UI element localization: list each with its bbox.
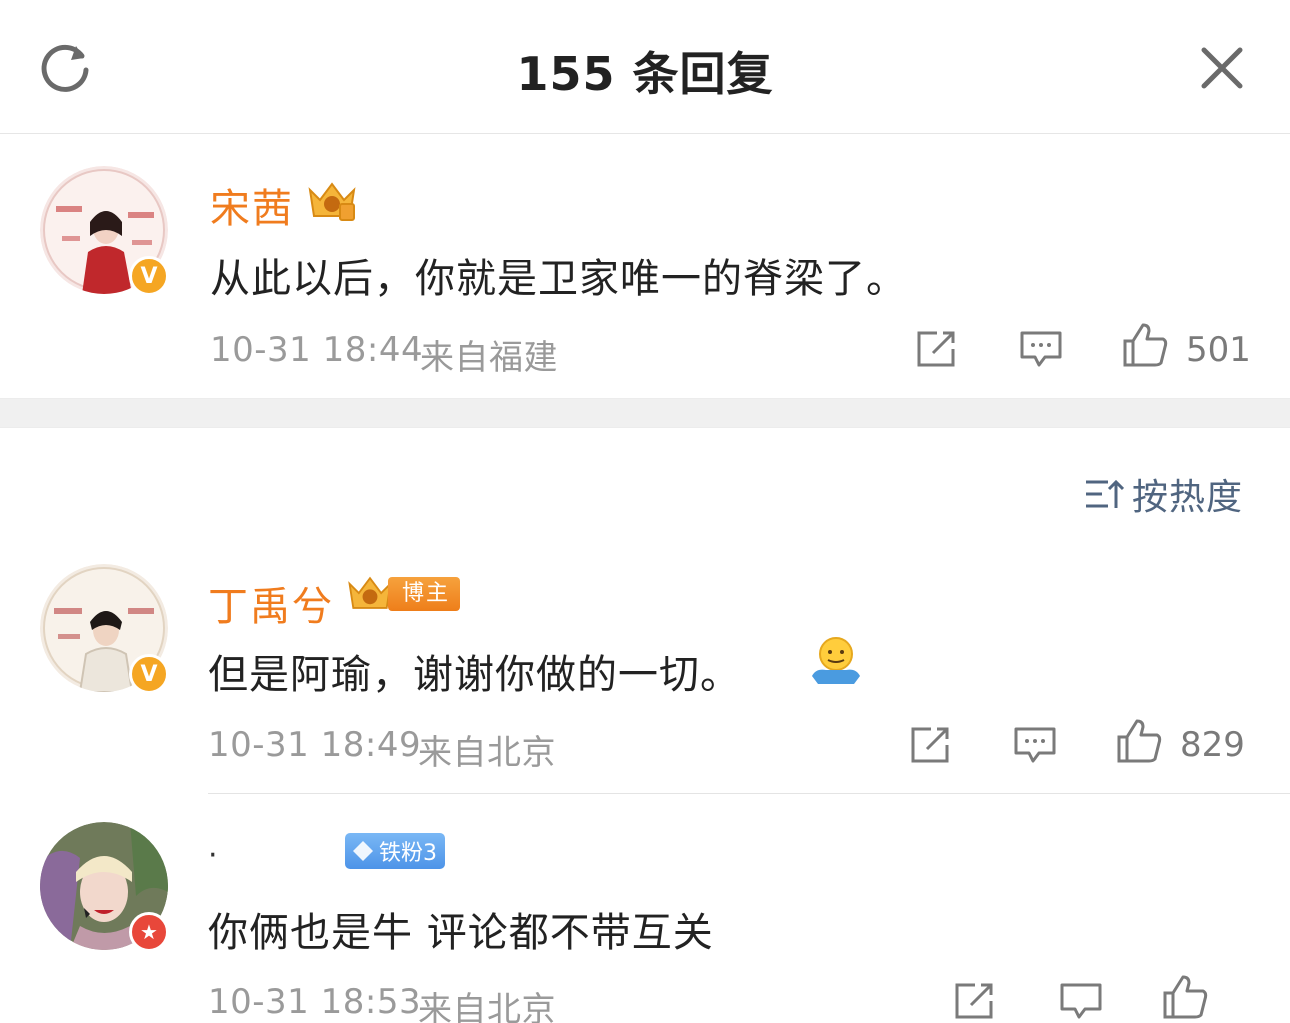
close-icon <box>1201 47 1243 89</box>
thumbs-up-icon <box>1117 719 1162 763</box>
member-badge: ★ <box>129 912 169 952</box>
reply-button[interactable] <box>1056 976 1106 1023</box>
like-count: 829 <box>1180 725 1245 765</box>
timestamp: 10-31 18:49 <box>208 725 422 765</box>
thumbs-up-icon <box>1163 975 1208 1019</box>
thumbs-up-icon <box>1123 323 1168 367</box>
share-icon <box>911 727 949 763</box>
like-count: 501 <box>1186 330 1251 370</box>
crown-icon <box>308 182 356 221</box>
blogger-tag: 博主 <box>388 577 461 611</box>
comment-text: 但是阿瑜，谢谢你做的一切。 <box>208 652 741 698</box>
section-divider <box>0 398 1290 428</box>
like-button[interactable] <box>1114 716 1164 766</box>
share-icon <box>917 331 955 367</box>
comment-icon <box>1060 983 1102 1019</box>
like-button[interactable] <box>1120 320 1170 370</box>
share-button[interactable] <box>906 720 956 770</box>
share-icon <box>955 983 993 1019</box>
share-button[interactable] <box>912 324 962 374</box>
reply-button[interactable] <box>1010 720 1060 770</box>
hug-emoji <box>812 637 860 684</box>
reply-button[interactable] <box>1016 324 1066 374</box>
location: 来自北京 <box>418 733 556 773</box>
reply-divider <box>208 793 1290 794</box>
sort-button[interactable]: 按热度 <box>1084 470 1243 518</box>
fan-badge: 铁粉3 <box>345 833 445 869</box>
verified-badge: V <box>129 654 169 694</box>
fan-badge-label: 铁粉3 <box>379 841 437 866</box>
close-button[interactable] <box>1192 38 1252 98</box>
sort-icon <box>1086 479 1124 508</box>
verified-badge: V <box>129 256 169 296</box>
location: 来自福建 <box>420 338 558 378</box>
comment-icon <box>1020 331 1062 367</box>
timestamp: 10-31 18:53 <box>208 982 422 1022</box>
header: 155 条回复 <box>0 0 1290 134</box>
share-button[interactable] <box>950 976 1000 1023</box>
username[interactable]: 丁禹兮 <box>208 574 334 632</box>
location: 来自北京 <box>418 990 556 1023</box>
like-button[interactable] <box>1160 972 1210 1022</box>
comment-text: 从此以后，你就是卫家唯一的脊梁了。 <box>210 256 907 302</box>
comment-icon <box>1014 727 1056 763</box>
username[interactable]: · <box>208 838 220 873</box>
comment-text: 你俩也是牛 评论都不带互关 <box>208 910 714 956</box>
blogger-badge: 博主 <box>344 574 461 614</box>
page-title: 155 条回复 <box>516 47 774 101</box>
sort-label: 按热度 <box>1132 477 1244 518</box>
diamond-icon <box>353 841 373 861</box>
username[interactable]: 宋茜 <box>210 176 294 234</box>
timestamp: 10-31 18:44 <box>210 330 424 370</box>
